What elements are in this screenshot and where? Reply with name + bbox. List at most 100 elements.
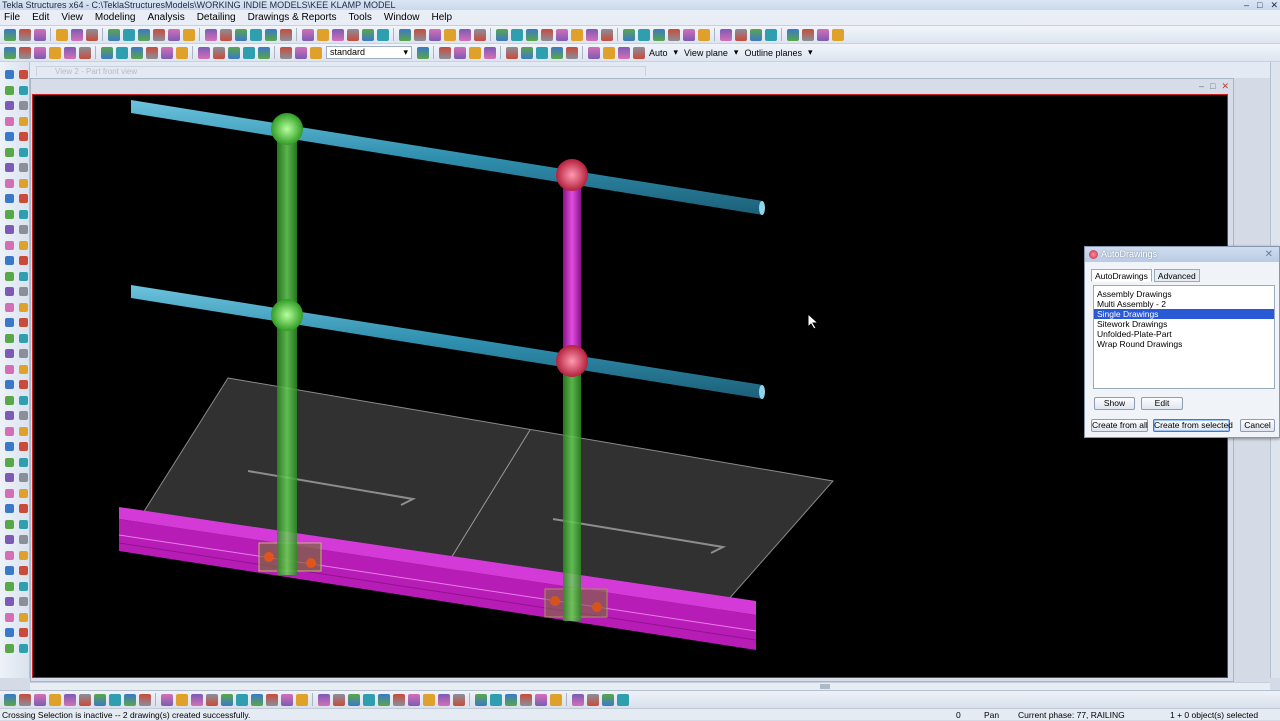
standard-tool-icon[interactable]	[555, 28, 568, 41]
snapping-tool-icon[interactable]	[549, 693, 562, 706]
snap-tool-icon[interactable]	[505, 46, 518, 59]
modeling-tool-icon[interactable]	[4, 519, 14, 529]
snapping-tool-icon[interactable]	[616, 693, 629, 706]
view-plane-option[interactable]: View plane	[684, 48, 728, 58]
modeling-tool-icon[interactable]	[18, 116, 28, 126]
snap-tool-icon[interactable]	[602, 46, 615, 59]
standard-tool-icon[interactable]	[652, 28, 665, 41]
standard-tool-icon[interactable]	[85, 28, 98, 41]
snapping-tool-icon[interactable]	[601, 693, 614, 706]
modeling-tool-icon[interactable]	[4, 566, 14, 575]
modeling-tool-icon[interactable]	[18, 364, 28, 374]
cancel-button[interactable]: Cancel	[1240, 419, 1275, 432]
modeling-tool-icon[interactable]	[4, 380, 14, 389]
standard-tool-icon[interactable]	[600, 28, 613, 41]
modeling-tool-icon[interactable]	[18, 612, 28, 622]
view-minimize-icon[interactable]: –	[1199, 81, 1204, 92]
modeling-tool-icon[interactable]	[4, 612, 14, 622]
standard-tool-icon[interactable]	[585, 28, 598, 41]
modeling-tool-icon[interactable]	[18, 504, 28, 513]
snapping-tool-icon[interactable]	[347, 693, 360, 706]
modeling-tool-icon[interactable]	[18, 147, 28, 157]
snapping-tool-icon[interactable]	[220, 693, 233, 706]
menu-tools[interactable]: Tools	[345, 10, 380, 26]
modeling-tool-icon[interactable]	[18, 535, 28, 544]
snapping-tool-icon[interactable]	[452, 693, 465, 706]
snapping-tool-icon[interactable]	[534, 693, 547, 706]
selection-tool-icon[interactable]	[279, 46, 292, 59]
tab-autodrawings[interactable]: AutoDrawings	[1091, 269, 1152, 282]
modeling-tool-icon[interactable]	[18, 240, 28, 250]
snap-tool-icon[interactable]	[565, 46, 578, 59]
modeling-tool-icon[interactable]	[18, 380, 28, 389]
standard-tool-icon[interactable]	[697, 28, 710, 41]
selection-tool-icon[interactable]	[309, 46, 322, 59]
menu-view[interactable]: View	[57, 10, 91, 26]
snap-tool-icon[interactable]	[438, 46, 451, 59]
snap-tool-icon[interactable]	[535, 46, 548, 59]
snap-tool-icon[interactable]	[632, 46, 645, 59]
snapping-tool-icon[interactable]	[78, 693, 91, 706]
snapping-tool-icon[interactable]	[33, 693, 46, 706]
chevron-down-icon[interactable]: ▾	[808, 47, 813, 58]
modeling-tool-icon[interactable]	[18, 488, 28, 498]
model-viewport[interactable]	[32, 94, 1228, 678]
standard-tool-icon[interactable]	[831, 28, 844, 41]
modeling-tool-icon[interactable]	[4, 147, 14, 157]
modeling-tool-icon[interactable]	[4, 70, 14, 79]
selection-tool-icon[interactable]	[115, 46, 128, 59]
view-maximize-icon[interactable]: □	[1210, 81, 1215, 92]
modeling-tool-icon[interactable]	[18, 256, 28, 265]
view-close-icon[interactable]: ✕	[1221, 81, 1229, 92]
modeling-tool-icon[interactable]	[4, 442, 14, 451]
standard-tool-icon[interactable]	[764, 28, 777, 41]
snapping-tool-icon[interactable]	[295, 693, 308, 706]
snapping-tool-icon[interactable]	[93, 693, 106, 706]
modeling-tool-icon[interactable]	[4, 101, 14, 110]
selection-tool-icon[interactable]	[227, 46, 240, 59]
selection-tool-icon[interactable]	[33, 46, 46, 59]
standard-tool-icon[interactable]	[137, 28, 150, 41]
snapping-tool-icon[interactable]	[160, 693, 173, 706]
modeling-tool-icon[interactable]	[4, 581, 14, 591]
edit-button[interactable]: Edit	[1141, 397, 1183, 410]
modeling-tool-icon[interactable]	[18, 550, 28, 560]
snapping-tool-icon[interactable]	[362, 693, 375, 706]
modeling-tool-icon[interactable]	[4, 395, 14, 405]
modeling-tool-icon[interactable]	[18, 225, 28, 234]
selection-tool-icon[interactable]	[197, 46, 210, 59]
drawing-rule-item[interactable]: Unfolded-Plate-Part	[1094, 329, 1274, 339]
snap-tool-icon[interactable]	[468, 46, 481, 59]
menu-drawings-reports[interactable]: Drawings & Reports	[244, 10, 345, 26]
snapping-tool-icon[interactable]	[108, 693, 121, 706]
modeling-tool-icon[interactable]	[18, 473, 28, 482]
snap-tool-icon[interactable]	[587, 46, 600, 59]
standard-tool-icon[interactable]	[376, 28, 389, 41]
snapping-tool-icon[interactable]	[504, 693, 517, 706]
snapping-tool-icon[interactable]	[235, 693, 248, 706]
standard-tool-icon[interactable]	[398, 28, 411, 41]
snapping-tool-icon[interactable]	[519, 693, 532, 706]
modeling-tool-icon[interactable]	[18, 271, 28, 281]
standard-tool-icon[interactable]	[279, 28, 292, 41]
menu-window[interactable]: Window	[380, 10, 428, 26]
standard-tool-icon[interactable]	[264, 28, 277, 41]
standard-tool-icon[interactable]	[540, 28, 553, 41]
selection-tool-icon[interactable]	[294, 46, 307, 59]
chevron-down-icon[interactable]: ▾	[674, 47, 679, 58]
selection-tool-icon[interactable]	[78, 46, 91, 59]
modeling-tool-icon[interactable]	[18, 581, 28, 591]
standard-tool-icon[interactable]	[361, 28, 374, 41]
snapping-tool-icon[interactable]	[317, 693, 330, 706]
standard-tool-icon[interactable]	[749, 28, 762, 41]
outline-planes-option[interactable]: Outline planes	[744, 48, 802, 58]
modeling-tool-icon[interactable]	[18, 70, 28, 79]
menu-file[interactable]: File	[0, 10, 28, 26]
modeling-tool-icon[interactable]	[4, 349, 14, 358]
modeling-tool-icon[interactable]	[18, 395, 28, 405]
modeling-tool-icon[interactable]	[4, 411, 14, 420]
modeling-tool-icon[interactable]	[18, 643, 28, 653]
standard-tool-icon[interactable]	[249, 28, 262, 41]
drawing-rule-item[interactable]: Single Drawings	[1094, 309, 1274, 319]
tab-advanced[interactable]: Advanced	[1153, 269, 1200, 282]
